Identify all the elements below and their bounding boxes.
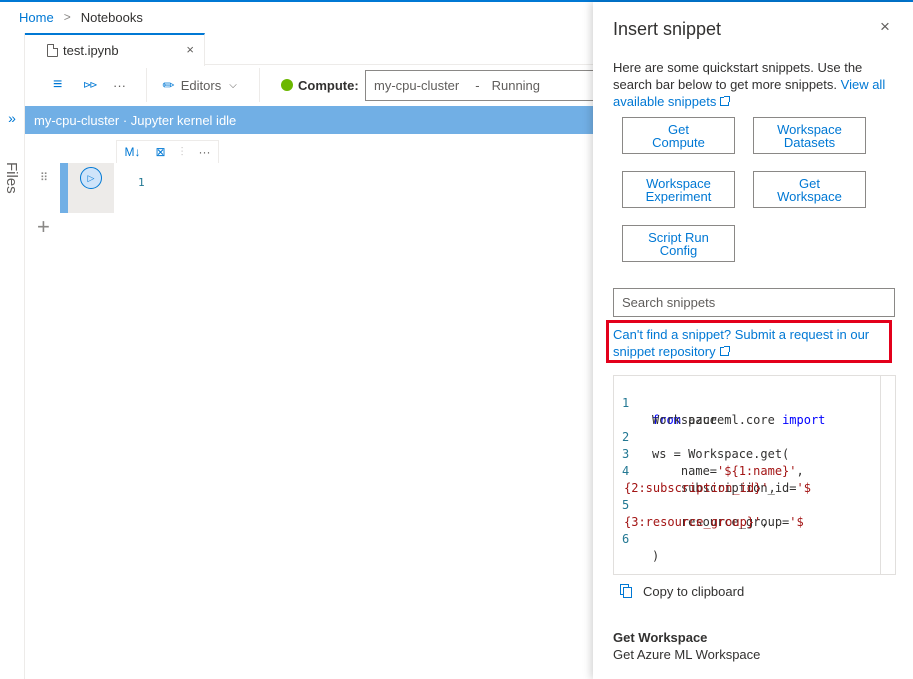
double-chevron-right-icon[interactable]: » xyxy=(3,110,21,126)
panel-description-text: Here are some quickstart snippets. Use t… xyxy=(613,60,863,92)
compute-separator: - xyxy=(475,78,480,93)
code-scrollbar[interactable] xyxy=(880,376,881,574)
breadcrumb: Home > Notebooks xyxy=(19,8,143,26)
compute-label: Compute: xyxy=(298,77,359,93)
snippet-get-compute-button[interactable]: Get Compute xyxy=(622,117,735,154)
code-string: {3:resource_group}' xyxy=(624,515,762,529)
code-string: {2:subscription_id}' xyxy=(624,481,769,495)
code-line: 6 ) xyxy=(614,514,659,563)
snippet-script-run-config-button[interactable]: Script Run Config xyxy=(622,225,735,262)
copy-to-clipboard-button[interactable]: Copy to clipboard xyxy=(620,584,744,599)
button-line: Workspace xyxy=(777,188,842,204)
snippet-code-preview: 1 from azureml.core import Workspace 2 w… xyxy=(613,375,896,575)
file-icon xyxy=(47,44,58,57)
breadcrumb-current: Notebooks xyxy=(80,9,143,25)
button-line: Workspace xyxy=(777,121,842,137)
code-text: ws = Workspace.get( xyxy=(652,447,790,461)
editors-dropdown[interactable]: ✎ Editors ⌵ xyxy=(159,66,237,104)
breadcrumb-home-link[interactable]: Home xyxy=(19,10,54,25)
toolbar-divider xyxy=(146,68,147,102)
chevron-down-icon: ⌵ xyxy=(229,79,237,91)
snippet-workspace-experiment-button[interactable]: Workspace Experiment xyxy=(622,171,735,208)
cell-selection-bar xyxy=(60,163,68,213)
clear-output-icon[interactable]: ⊠ xyxy=(155,145,165,159)
compute-status-text: Running xyxy=(491,78,541,93)
code-keyword: import xyxy=(782,413,826,427)
line-number: 6 xyxy=(622,532,630,546)
run-cell-button[interactable]: ▷ xyxy=(80,167,102,189)
code-text: name= xyxy=(652,464,718,478)
cell-line-number: 1 xyxy=(138,176,145,189)
copy-label: Copy to clipboard xyxy=(643,584,745,599)
cell-toolbar: M↓ ⊠ ⫶ ··· xyxy=(116,140,219,164)
external-link-icon xyxy=(720,96,731,106)
code-string: '$ xyxy=(789,515,804,529)
button-line: Experiment xyxy=(645,188,712,204)
code-text: , xyxy=(768,481,776,495)
cant-find-line: Can't find a snippet? Submit a request i… xyxy=(613,327,870,342)
more-options-button[interactable]: ··· xyxy=(113,66,126,104)
notebook-toolbar: ≡ ⊳⊳ ··· ✎ Editors ⌵ Compute: my-cpu-clu… xyxy=(25,66,595,104)
compute-select[interactable]: my-cpu-cluster - Running xyxy=(365,70,595,101)
left-rail xyxy=(0,33,25,679)
button-line: Script Run xyxy=(648,229,709,245)
selected-snippet-description: Get Azure ML Workspace xyxy=(613,647,761,662)
panel-title: Insert snippet xyxy=(613,19,722,39)
tab-close-icon[interactable]: × xyxy=(186,42,194,57)
add-cell-icon[interactable]: + xyxy=(37,216,50,238)
snippet-get-workspace-button[interactable]: Get Workspace xyxy=(753,171,866,208)
split-cell-icon[interactable]: ⫶ xyxy=(180,145,183,160)
cell-list-icon[interactable]: ≡ xyxy=(53,66,62,104)
kernel-status-bar: my-cpu-cluster · Jupyter kernel idle xyxy=(25,106,593,134)
files-tab-label[interactable]: Files xyxy=(0,158,22,198)
cell-more-button[interactable]: ··· xyxy=(198,145,210,159)
toolbar-divider xyxy=(259,68,260,102)
button-line: Compute xyxy=(652,134,705,150)
button-line: Get xyxy=(668,121,689,137)
drag-handle-icon[interactable]: ⠿ xyxy=(40,171,48,184)
code-line: 5 resource_group='$ xyxy=(614,480,804,529)
button-line: Config xyxy=(659,242,698,258)
close-icon[interactable]: × xyxy=(880,17,890,37)
code-line: Workspace xyxy=(614,395,717,427)
copy-icon xyxy=(620,584,633,599)
code-line: 2 ws = Workspace.get( xyxy=(614,412,789,461)
submit-snippet-request-link[interactable]: Can't find a snippet? Submit a request i… xyxy=(606,320,892,363)
snippet-workspace-datasets-button[interactable]: Workspace Datasets xyxy=(753,117,866,154)
code-line: 1 from azureml.core import xyxy=(614,378,874,427)
editors-label: Editors xyxy=(180,77,222,93)
button-line: Workspace xyxy=(646,175,711,191)
code-text: ) xyxy=(652,549,660,563)
compute-status: Compute: xyxy=(281,66,359,104)
cant-find-line: snippet repository xyxy=(613,344,716,359)
button-line: Datasets xyxy=(783,134,836,150)
pencil-icon: ✎ xyxy=(158,74,179,95)
code-text: , xyxy=(761,515,769,529)
status-running-icon xyxy=(281,79,293,91)
tab-test-ipynb[interactable]: test.ipynb × xyxy=(25,33,205,66)
code-text: Workspace xyxy=(652,413,718,427)
button-line: Get xyxy=(799,175,820,191)
code-string: '$ xyxy=(796,481,811,495)
tab-label: test.ipynb xyxy=(63,43,119,58)
code-line: {3:resource_group}', xyxy=(614,497,769,529)
breadcrumb-separator: > xyxy=(63,10,71,24)
code-line: 4 subscription_id='$ xyxy=(614,446,811,495)
search-snippets-input[interactable] xyxy=(613,288,895,317)
code-line: 3 name='${1:name}', xyxy=(614,429,804,478)
cell-editor[interactable] xyxy=(114,163,593,213)
code-string: '${1:name}' xyxy=(717,464,797,478)
selected-snippet-title: Get Workspace xyxy=(613,630,708,645)
code-text: , xyxy=(796,464,804,478)
external-link-icon xyxy=(719,346,730,356)
run-all-icon[interactable]: ⊳⊳ xyxy=(83,66,98,104)
markdown-toggle-button[interactable]: M↓ xyxy=(124,145,140,159)
code-line: {2:subscription_id}', xyxy=(614,463,776,495)
compute-name: my-cpu-cluster xyxy=(374,78,460,93)
panel-description: Here are some quickstart snippets. Use t… xyxy=(613,59,901,110)
